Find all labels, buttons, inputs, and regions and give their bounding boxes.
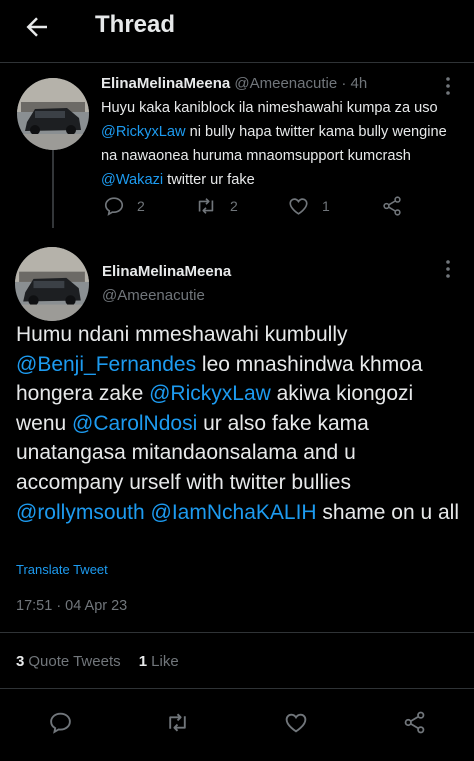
handle[interactable]: @Ameenacutie <box>102 287 205 304</box>
mention-link[interactable]: @Wakazi <box>101 172 163 188</box>
retweet-button[interactable]: 2 <box>194 195 238 217</box>
reply-count: 2 <box>137 198 145 214</box>
avatar[interactable] <box>17 78 89 150</box>
tweet-text-segment: Humu ndani mmeshawahi kumbully <box>16 323 348 346</box>
more-dots-icon <box>446 260 450 278</box>
display-name[interactable]: ElinaMelinaMeena <box>101 75 230 92</box>
header-divider <box>0 62 474 63</box>
share-button[interactable] <box>381 195 403 217</box>
share-icon <box>404 711 425 734</box>
page-title: Thread <box>95 11 176 38</box>
thread-connector-line <box>52 150 54 228</box>
tweet-text-segment: Huyu kaka kaniblock ila nimeshawahi kump… <box>101 100 438 116</box>
back-button[interactable] <box>22 12 52 42</box>
quote-tweets-link[interactable]: 3 Quote Tweets <box>16 653 121 670</box>
reply-bubble-icon <box>104 197 124 216</box>
reply-bubble-icon <box>50 712 71 734</box>
tweet-text-segment: shame on u all <box>316 500 459 524</box>
like-button[interactable] <box>283 710 309 735</box>
more-dots-icon <box>446 77 450 95</box>
stats-divider-top <box>0 632 474 633</box>
more-options-button[interactable] <box>438 259 458 279</box>
more-options-button[interactable] <box>438 76 458 96</box>
mention-link[interactable]: @rollymsouth <box>16 501 145 524</box>
mention-link[interactable]: @CarolNdosi <box>72 412 197 435</box>
translate-tweet-link[interactable]: Translate Tweet <box>16 562 108 577</box>
reply-button[interactable] <box>48 710 73 735</box>
quote-tweets-count: 3 <box>16 653 25 670</box>
mention-link[interactable]: @RickyxLaw <box>149 382 271 405</box>
tweet-age[interactable]: 4h <box>351 75 368 92</box>
like-button[interactable]: 1 <box>287 195 330 217</box>
likes-count: 1 <box>138 653 148 670</box>
share-button[interactable] <box>402 710 427 735</box>
arrow-left-icon <box>26 17 47 37</box>
reply-tweet-text: Huyu kaka kaniblock ila nimeshawahi kump… <box>101 96 461 192</box>
retweet-icon <box>169 713 186 732</box>
tweet-timestamp[interactable]: 17:51 · 04 Apr 23 <box>16 598 127 614</box>
engagement-stats: 3 Quote Tweets 1 Like <box>16 653 179 670</box>
mention-link[interactable]: @Benji_Fernandes <box>16 353 196 376</box>
retweet-button[interactable] <box>164 710 191 735</box>
mention-link[interactable]: @RickyxLaw <box>101 124 186 140</box>
main-tweet-text: Humu ndani mmeshawahi kumbully @Benji_Fe… <box>16 320 466 527</box>
quote-tweets-label: Quote Tweets <box>28 653 121 670</box>
stats-divider-bottom <box>0 688 474 689</box>
mention-link[interactable]: @IamNchaKALIH <box>151 501 317 524</box>
retweet-icon <box>198 198 214 214</box>
like-count: 1 <box>322 198 330 214</box>
likes-link[interactable]: 1 Like <box>139 653 179 670</box>
top-bar: Thread <box>0 0 474 54</box>
reply-button[interactable]: 2 <box>103 195 145 217</box>
avatar[interactable] <box>15 247 89 321</box>
display-name[interactable]: ElinaMelinaMeena <box>102 263 231 280</box>
separator: · <box>341 75 347 92</box>
heart-icon <box>285 713 307 733</box>
reply-header: ElinaMelinaMeena @Ameenacutie · 4h <box>101 75 367 92</box>
tweet-text-segment: twitter ur fake <box>163 172 255 188</box>
share-icon <box>383 196 401 216</box>
heart-icon <box>289 198 308 215</box>
handle[interactable]: @Ameenacutie <box>234 75 337 92</box>
retweet-count: 2 <box>230 198 238 214</box>
likes-label: Like <box>151 653 179 670</box>
